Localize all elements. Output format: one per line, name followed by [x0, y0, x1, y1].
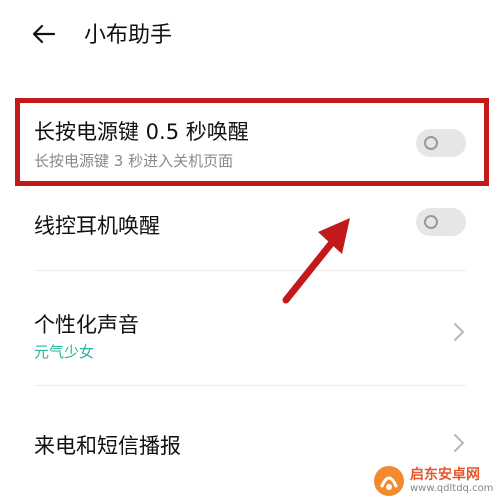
setting-value: 元气少女	[34, 343, 95, 361]
setting-wired-headset-wakeup[interactable]: 线控耳机唤醒	[0, 190, 500, 264]
watermark-url: www.qdltdq.com	[410, 483, 494, 494]
setting-label: 个性化声音	[34, 313, 139, 337]
page-title: 小布助手	[84, 23, 173, 48]
chevron-right-icon	[454, 434, 464, 452]
highlight-box	[15, 98, 489, 186]
arrow-left-icon[interactable]	[30, 20, 58, 48]
setting-label: 来电和短信播报	[34, 434, 181, 458]
watermark-logo-icon	[374, 466, 404, 496]
chevron-right-icon	[454, 323, 464, 341]
toggle-knob	[424, 215, 438, 229]
setting-personalized-voice[interactable]: 个性化声音 元气少女	[0, 271, 500, 381]
header: 小布助手	[0, 0, 500, 70]
watermark-brand: 启东安卓网	[410, 467, 480, 483]
watermark: 启东安卓网 www.qdltdq.com	[370, 463, 500, 500]
wired-headset-wakeup-toggle[interactable]	[416, 208, 466, 236]
setting-label: 线控耳机唤醒	[34, 214, 160, 238]
